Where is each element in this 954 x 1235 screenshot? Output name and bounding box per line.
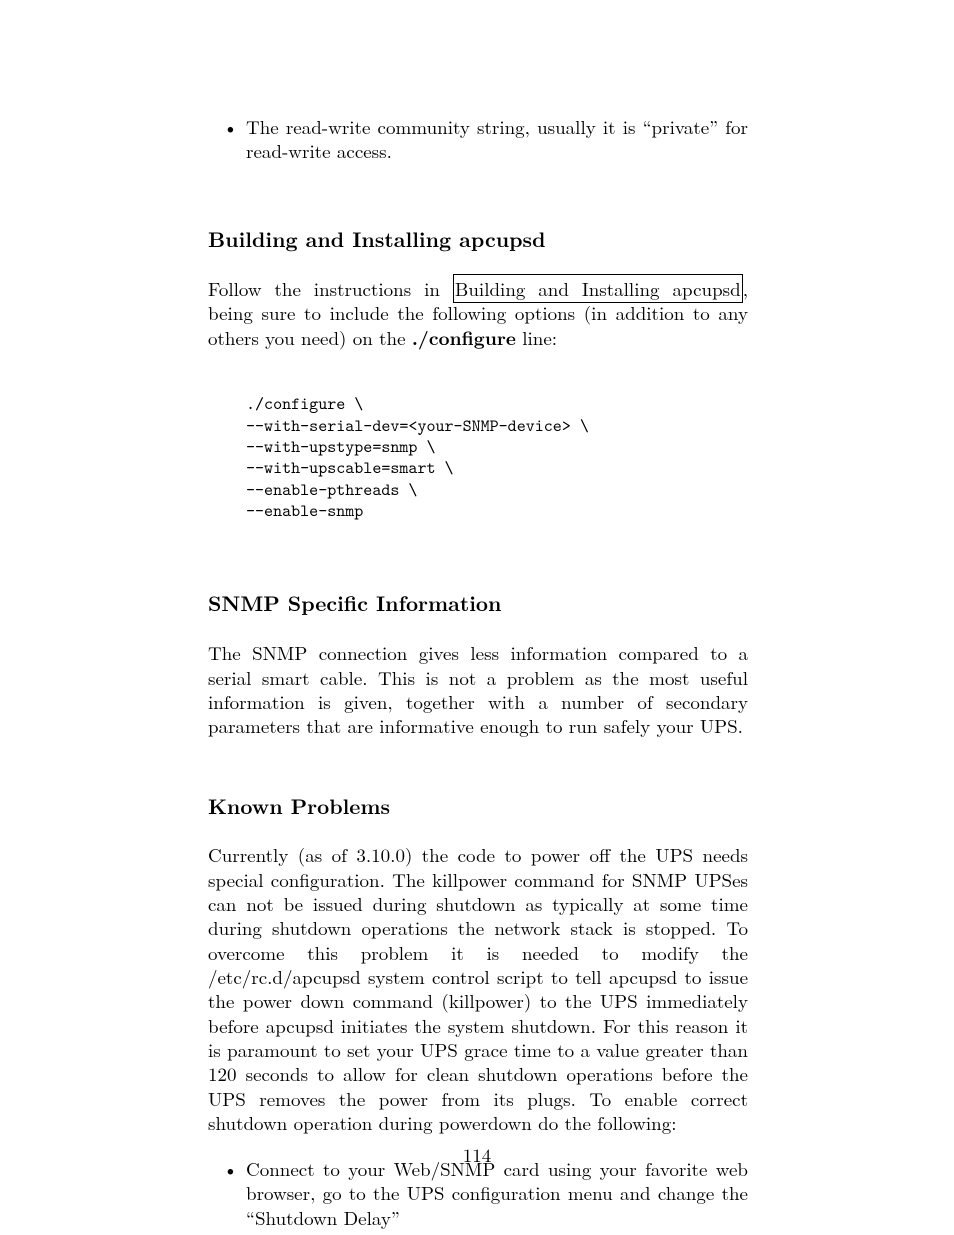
text-fragment: Follow the instructions in bbox=[208, 275, 453, 302]
bullet-item: Connect to your Web/SNMP card using your… bbox=[223, 1157, 748, 1230]
link-text: Building and Installing apcupsd bbox=[455, 275, 741, 302]
code-block-configure: ./configure \ --with-serial-dev=<your-SN… bbox=[246, 394, 748, 522]
bullet-text: The read-write community string, usually… bbox=[246, 113, 748, 164]
bullet-list-bottom: Connect to your Web/SNMP card using your… bbox=[223, 1157, 748, 1230]
heading-building: Building and Installing apcupsd bbox=[208, 226, 748, 253]
document-page: The read-write community string, usually… bbox=[0, 0, 954, 1235]
bullet-item: The read-write community string, usually… bbox=[223, 115, 748, 164]
paragraph-known: Currently (as of 3.10.0) the code to pow… bbox=[208, 843, 748, 1135]
heading-snmp: SNMP Specific Information bbox=[208, 590, 748, 617]
configure-command: ./configure bbox=[412, 323, 516, 351]
text-fragment: line: bbox=[516, 324, 557, 351]
paragraph-snmp: The SNMP connection gives less informati… bbox=[208, 641, 748, 738]
heading-known: Known Problems bbox=[208, 793, 748, 820]
page-number: 114 bbox=[0, 1143, 954, 1167]
paragraph-building: Follow the instructions in Building and … bbox=[208, 277, 748, 351]
bullet-list-top: The read-write community string, usually… bbox=[223, 115, 748, 164]
